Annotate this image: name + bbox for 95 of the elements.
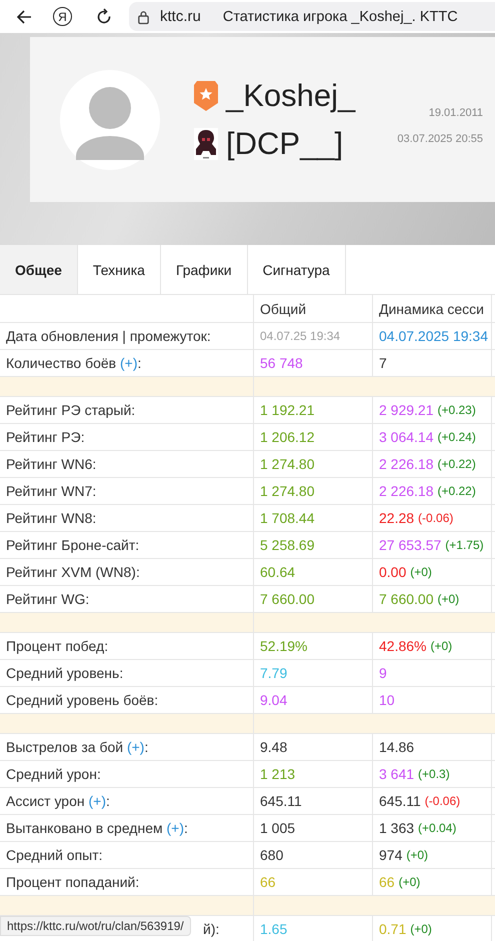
total-value: 1 206.12	[260, 429, 314, 445]
session-value: 10	[379, 692, 395, 708]
row-label: Средний уровень:	[6, 665, 124, 681]
session-delta: (+0)	[430, 639, 452, 653]
session-value: 7 660.00	[379, 591, 434, 607]
info-link[interactable]: (+)	[88, 793, 106, 809]
total-value: 645.11	[260, 793, 302, 809]
session-delta: (+0.23)	[438, 403, 476, 417]
session-value: 645.11	[379, 793, 421, 809]
clan-tag[interactable]: [DCP__]	[226, 126, 344, 162]
lock-icon	[137, 8, 150, 24]
total-value: 56 748	[260, 355, 303, 371]
session-delta: (+0)	[410, 922, 432, 936]
session-delta: (+0.3)	[418, 767, 450, 781]
avatar-icon	[60, 70, 160, 170]
tab[interactable]: Общее	[0, 245, 78, 294]
total-value: 7 660.00	[260, 591, 314, 607]
session-value: 9	[379, 665, 387, 681]
session-value: 14.86	[379, 739, 414, 755]
session-value: 974	[379, 847, 402, 863]
total-value: 7.79	[260, 665, 288, 681]
session-value: 7	[379, 355, 387, 371]
row-label: Рейтинг WN6:	[6, 456, 96, 472]
session-delta: (-0.06)	[418, 511, 454, 525]
info-link[interactable]: (+)	[166, 820, 184, 836]
row-label: Рейтинг WN8:	[6, 510, 96, 526]
total-value: 52.19%	[260, 638, 308, 654]
total-value: 1 274.80	[260, 456, 314, 472]
total-value: 9.04	[260, 692, 288, 708]
row-label: Рейтинг РЭ старый:	[6, 402, 136, 418]
session-delta: (+0.24)	[438, 430, 476, 444]
column-header: Динамика сесси	[379, 300, 484, 316]
session-value: 66	[379, 874, 395, 890]
row-label: Рейтинг РЭ:	[6, 429, 85, 445]
session-delta: (+0)	[406, 848, 428, 862]
session-value: 3 641	[379, 766, 414, 782]
session-delta: (+0)	[398, 875, 420, 889]
row-label: Ассист урон (+):	[6, 793, 110, 809]
session-delta: (-0.06)	[424, 794, 460, 808]
row-label: Вытанковано в среднем (+):	[6, 820, 188, 836]
row-label: Рейтинг XVM (WN8):	[6, 564, 140, 580]
session-delta: (+0.04)	[418, 821, 456, 835]
session-value: 27 653.57	[379, 537, 442, 553]
total-value: 66	[260, 874, 276, 890]
total-value: 1 708.44	[260, 510, 314, 526]
session-value: 2 226.18	[379, 483, 434, 499]
row-label: Средний опыт:	[6, 847, 103, 863]
session-delta: (+0)	[410, 565, 432, 579]
total-value: 60.64	[260, 564, 296, 580]
info-link[interactable]: (+)	[120, 355, 138, 371]
row-label: Средний урон:	[6, 766, 101, 782]
address-bar[interactable]: kttc.ru Статистика игрока _Koshej_. KTTC	[129, 2, 495, 31]
browser-logo[interactable]: Я	[53, 7, 72, 26]
row-label: Рейтинг WN7:	[6, 483, 96, 499]
row-label: Количество боёв (+):	[6, 355, 142, 371]
session-delta: (+0.22)	[438, 457, 476, 471]
session-delta: (+0.22)	[438, 484, 476, 498]
last-battle-date: 03.07.2025 20:55	[397, 132, 483, 144]
session-value: 42.86%	[379, 638, 426, 654]
row-label: Процент попаданий:	[6, 874, 140, 890]
session-value: 22.28	[379, 510, 414, 526]
column-header: Общий	[260, 300, 306, 316]
status-bar-url: https://kttc.ru/wot/ru/clan/563919/	[0, 916, 191, 936]
session-value: 0.00	[379, 564, 406, 580]
session-value: 1 363	[379, 820, 414, 836]
row-label: Процент побед:	[6, 638, 108, 654]
session-delta: (+0)	[438, 592, 460, 606]
row-label: Рейтинг Броне-сайт:	[6, 537, 140, 553]
clan-emblem-icon[interactable]	[194, 128, 218, 160]
player-name: _Koshej_	[226, 78, 356, 114]
url-text: kttc.ru	[160, 8, 201, 25]
row-label: Средний уровень боёв:	[6, 692, 158, 708]
session-value: 2 226.18	[379, 456, 434, 472]
session-delta: (+1.75)	[445, 538, 484, 552]
total-value: 1 213	[260, 766, 296, 782]
row-label: Выстрелов за бой (+):	[6, 739, 148, 755]
info-link[interactable]: (+)	[126, 739, 144, 755]
total-value: 9.48	[260, 739, 288, 755]
total-value: 1 274.80	[260, 483, 314, 499]
rank-badge-icon	[194, 80, 218, 110]
session-value: 3 064.14	[379, 429, 434, 445]
row-label: Рейтинг WG:	[6, 591, 90, 607]
session-value: 04.07.2025 19:34	[379, 328, 488, 344]
total-value: 1 192.21	[260, 402, 314, 418]
page-title: Статистика игрока _Koshej_. KTTC	[222, 8, 458, 24]
total-value: 04.07.25 19:34	[260, 329, 340, 343]
session-value: 0.71	[379, 921, 406, 937]
total-value: 680	[260, 847, 284, 863]
session-value: 2 929.21	[379, 402, 434, 418]
row-label: Дата обновления | промежуток:	[6, 328, 211, 344]
total-value: 1 005	[260, 820, 296, 836]
row-label: й):	[203, 921, 220, 937]
total-value: 1.65	[260, 921, 288, 937]
registration-date: 19.01.2011	[428, 106, 483, 118]
total-value: 5 258.69	[260, 537, 314, 553]
